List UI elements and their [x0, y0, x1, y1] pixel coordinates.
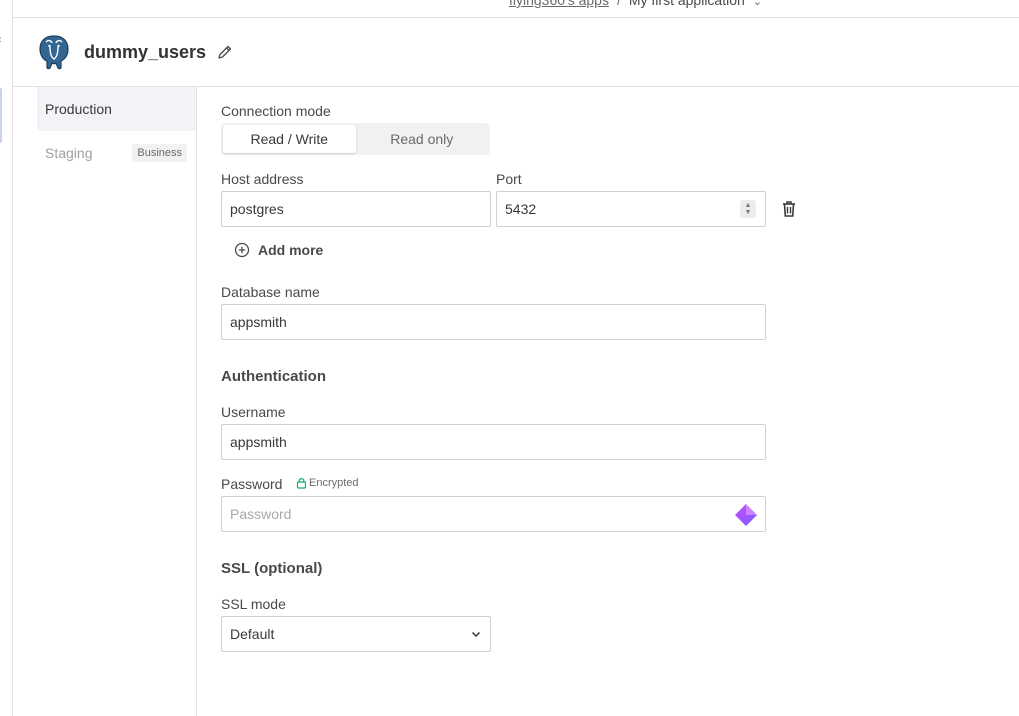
encrypted-label: Encrypted [309, 477, 359, 489]
datasource-editor-page: ‹ flying360's apps/My first application⌄… [0, 0, 1019, 716]
host-address-label: Host address [221, 171, 304, 187]
ssl-mode-value: Default [230, 626, 275, 642]
env-item-label: Production [45, 101, 112, 117]
chevron-down-icon[interactable]: ▼ [745, 209, 752, 216]
chevron-down-icon [471, 631, 481, 638]
chevron-up-icon[interactable]: ▲ [745, 202, 752, 209]
add-more-button[interactable]: Add more [234, 240, 323, 260]
env-item-label: Staging [45, 145, 93, 161]
username-label: Username [221, 404, 286, 420]
datasource-title: dummy_users [84, 42, 207, 62]
host-address-input[interactable] [221, 191, 491, 227]
port-input[interactable] [496, 191, 766, 227]
port-label: Port [496, 171, 522, 187]
option-read-write[interactable]: Read / Write [223, 125, 356, 153]
password-manager-icon[interactable] [733, 502, 759, 528]
env-item-staging[interactable]: Staging Business [37, 131, 196, 175]
database-name-label: Database name [221, 284, 320, 300]
rail-active-indicator [0, 88, 2, 143]
environment-switcher: Production Staging Business [37, 87, 196, 175]
port-stepper[interactable]: ▲ ▼ [740, 200, 756, 218]
env-item-production[interactable]: Production [37, 87, 196, 131]
username-input[interactable] [221, 424, 766, 460]
password-input[interactable] [221, 496, 766, 532]
postgres-elephant-icon [39, 35, 69, 70]
business-badge: Business [132, 144, 187, 162]
encrypted-indicator: Encrypted [296, 477, 359, 489]
add-more-label: Add more [258, 242, 324, 258]
collapse-arrow-icon[interactable]: ‹ [0, 34, 2, 46]
option-read-only[interactable]: Read only [356, 125, 489, 153]
password-label: Password [221, 476, 283, 492]
connection-mode-label: Connection mode [221, 103, 331, 119]
connection-mode-toggle: Read / Write Read only [221, 123, 490, 155]
left-app-rail: ‹ [0, 0, 13, 716]
plus-circle-icon [234, 242, 250, 258]
ssl-mode-label: SSL mode [221, 596, 286, 612]
ssl-mode-select[interactable]: Default [221, 616, 491, 652]
lock-icon [296, 478, 307, 489]
env-divider [196, 87, 197, 716]
ssl-title: SSL (optional) [221, 560, 323, 577]
datasource-form: Connection mode Read / Write Read only H… [221, 0, 821, 716]
trash-icon[interactable] [781, 200, 797, 218]
database-name-input[interactable] [221, 304, 766, 340]
authentication-title: Authentication [221, 368, 326, 385]
